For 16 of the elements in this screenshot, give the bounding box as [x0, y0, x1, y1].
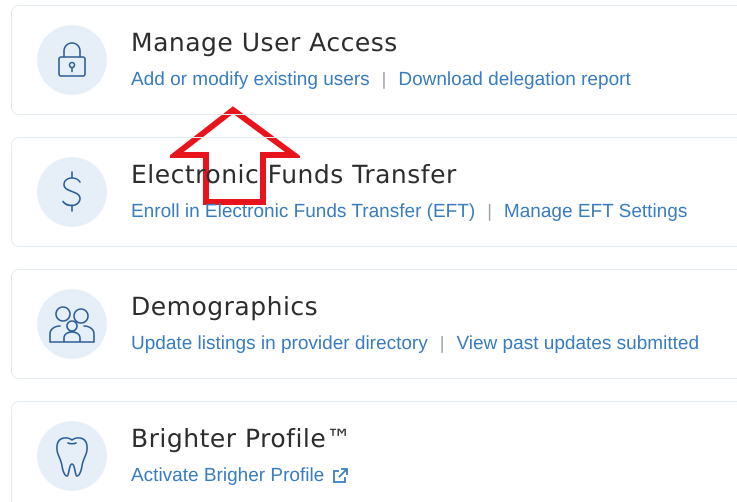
card-link[interactable]: Add or modify existing users — [131, 68, 370, 90]
separator: | — [440, 333, 444, 354]
card-link[interactable]: View past updates submitted — [456, 332, 700, 354]
card-link[interactable]: Enroll in Electronic Funds Transfer (EFT) — [131, 200, 476, 222]
people-icon — [48, 304, 96, 344]
tooth-icon — [54, 434, 90, 478]
separator: | — [487, 201, 492, 222]
card-link[interactable]: Activate Brigher Profile — [131, 464, 348, 486]
card-title: Demographics — [131, 292, 320, 320]
card-link[interactable]: Update listings in provider directory — [131, 332, 428, 354]
padlock-icon — [57, 42, 87, 78]
card-link[interactable]: Download delegation report — [398, 68, 631, 90]
card-title: Manage User Access — [131, 28, 399, 56]
card-link[interactable]: Manage EFT Settings — [504, 200, 688, 222]
card-title: Brighter Profile™ — [131, 424, 352, 452]
separator: | — [382, 69, 386, 90]
